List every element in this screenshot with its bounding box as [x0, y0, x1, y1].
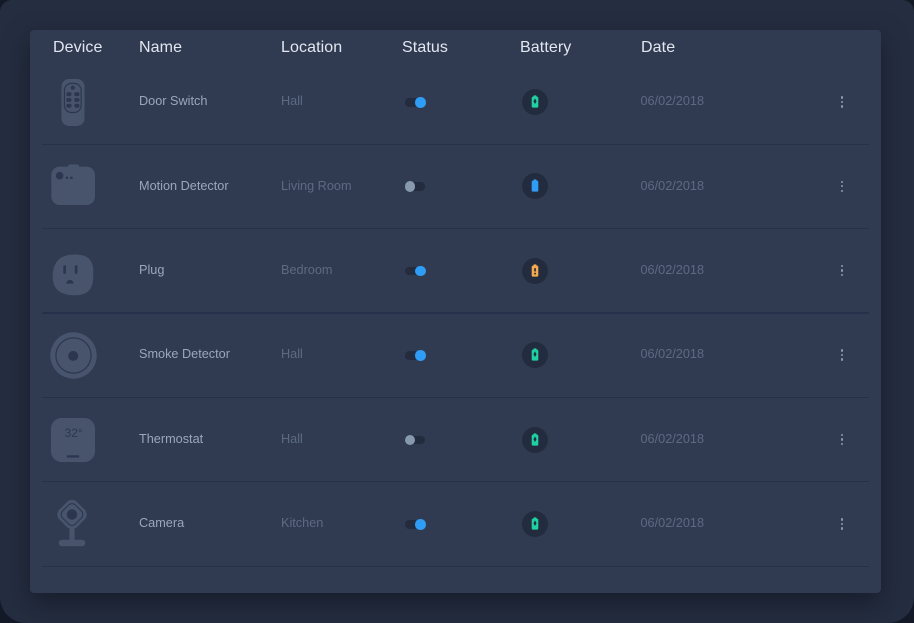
- svg-text:32°: 32°: [65, 426, 83, 440]
